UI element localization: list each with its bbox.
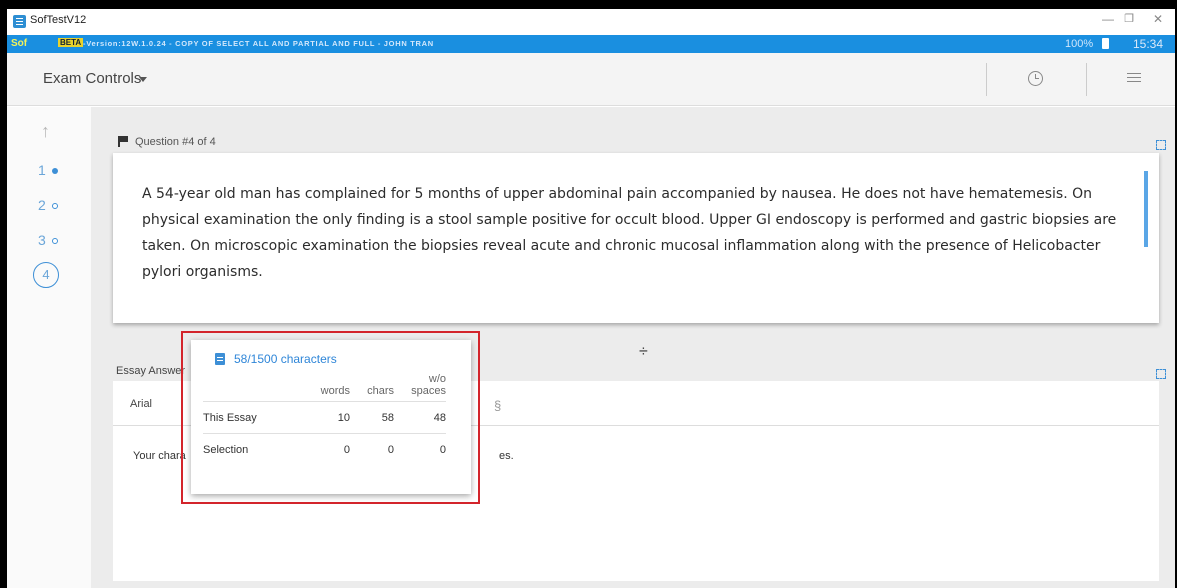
maximize-button[interactable]: ❐ [1119, 12, 1139, 25]
scrollbar[interactable] [1144, 171, 1148, 247]
app-window: SofTestV12 — ❐ ✕ Sof BETA -Version:12W.1… [7, 9, 1175, 588]
toolbar-divider [1086, 63, 1087, 96]
essay-text[interactable]: Your chara [133, 450, 186, 462]
question-text: A 54-year old man has complained for 5 m… [142, 186, 1117, 280]
question-nav: ↑ 1 2 3 4 [7, 107, 91, 588]
table-row: Selection 0 0 0 [203, 433, 446, 466]
section-symbol-icon[interactable]: § [494, 398, 501, 413]
exam-toolbar: Exam Controls [7, 53, 1175, 106]
clock-icon[interactable] [1028, 71, 1043, 86]
spaces-header-line-1: w/o [428, 373, 446, 385]
spaces-cell: 48 [394, 401, 446, 434]
question-number: 3 [38, 232, 46, 248]
chars-cell: 0 [350, 433, 394, 466]
close-button[interactable]: ✕ [1148, 12, 1168, 26]
column-header-spaces: w/o spaces [394, 373, 446, 402]
expand-icon[interactable] [1156, 369, 1166, 379]
app-icon [13, 15, 26, 28]
table-header-row: words chars w/o spaces [203, 373, 446, 402]
unanswered-dot-icon [51, 203, 58, 210]
question-card: A 54-year old man has complained for 5 m… [113, 153, 1159, 323]
words-cell: 0 [282, 433, 350, 466]
character-count-popover: 58/1500 characters words chars w/o spaces… [191, 340, 471, 494]
table-row: This Essay 10 58 48 [203, 401, 446, 434]
row-label: Selection [203, 433, 282, 466]
question-nav-item-2[interactable]: 2 [38, 197, 58, 213]
flag-icon[interactable] [118, 136, 129, 147]
essay-header: Essay Answer [116, 365, 186, 377]
answered-dot-icon [51, 168, 58, 175]
font-select[interactable]: Arial [130, 398, 152, 410]
window-title: SofTestV12 [30, 14, 87, 26]
spaces-header-line-2: spaces [411, 385, 446, 397]
question-nav-item-1[interactable]: 1 [38, 162, 58, 178]
column-header-chars: chars [367, 385, 394, 397]
minimize-button[interactable]: — [1098, 12, 1118, 26]
words-cell: 10 [282, 401, 350, 434]
exam-controls-menu[interactable]: Exam Controls [43, 70, 141, 87]
column-header-empty [203, 373, 282, 402]
toolbar-divider [986, 63, 987, 96]
column-header-words: words [320, 385, 350, 397]
character-count-title: 58/1500 characters [234, 352, 337, 366]
question-header: Question #4 of 4 [118, 135, 216, 148]
resize-handle-icon[interactable]: ÷ [639, 343, 648, 361]
character-count-table: words chars w/o spaces This Essay 10 58 4… [203, 373, 446, 466]
clock-time: 15:34 [1133, 37, 1164, 51]
essay-text-end[interactable]: es. [499, 450, 514, 462]
battery-percent: 100% [1065, 38, 1094, 50]
battery-icon [1102, 38, 1109, 49]
expand-icon[interactable] [1156, 140, 1166, 150]
version-text: -Version:12W.1.0.24 - COPY OF SELECT ALL… [83, 39, 434, 48]
row-label: This Essay [203, 401, 282, 434]
unanswered-dot-icon [51, 238, 58, 245]
question-nav-current[interactable]: 4 [33, 262, 59, 288]
brand-label: Sof [11, 38, 28, 49]
arrow-up-icon[interactable]: ↑ [41, 121, 50, 142]
question-title: Question #4 of 4 [135, 136, 216, 148]
spaces-cell: 0 [394, 433, 446, 466]
question-number: 2 [38, 197, 46, 213]
chevron-down-icon[interactable] [139, 77, 147, 82]
question-number: 1 [38, 162, 46, 178]
chars-cell: 58 [350, 401, 394, 434]
window-titlebar: SofTestV12 — ❐ ✕ [7, 9, 1175, 35]
version-banner: Sof BETA -Version:12W.1.0.24 - COPY OF S… [7, 35, 1175, 53]
document-icon [215, 353, 225, 365]
beta-badge: BETA [58, 38, 84, 47]
menu-icon[interactable] [1127, 73, 1141, 75]
question-nav-item-3[interactable]: 3 [38, 232, 58, 248]
